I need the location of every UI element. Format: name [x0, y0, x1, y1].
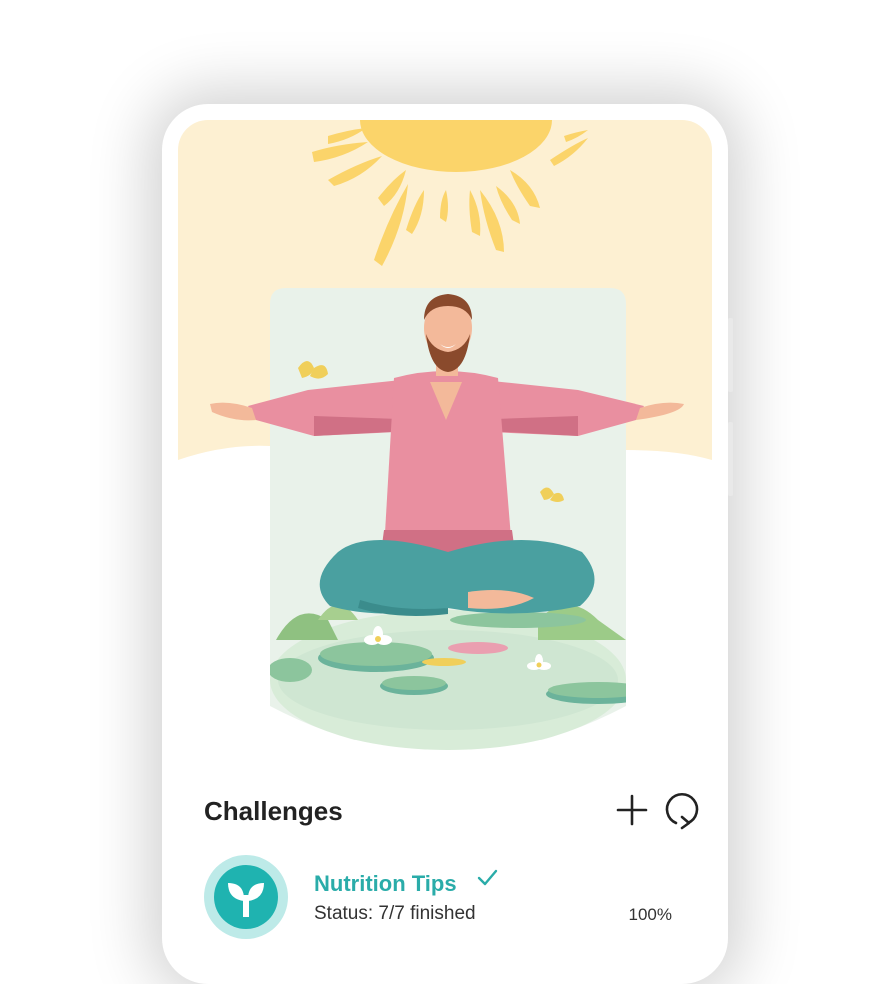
challenge-status: Status: 7/7 finished — [314, 903, 476, 924]
sprout-icon — [228, 883, 264, 917]
challenge-percent: 100% — [628, 905, 672, 924]
refresh-icon — [665, 792, 699, 830]
phone-side-button — [728, 422, 733, 496]
app-screen: Challenges Nutrition Tips Status: 7/7 fi… — [178, 120, 712, 980]
phone-side-button — [728, 318, 733, 392]
hero-wave — [178, 445, 712, 980]
phone-frame: Challenges Nutrition Tips Status: 7/7 fi… — [162, 104, 733, 984]
challenge-logo — [204, 855, 288, 939]
challenge-name: Nutrition Tips — [314, 871, 457, 896]
check-icon — [477, 869, 498, 886]
section-title: Challenges — [204, 796, 343, 826]
challenge-item[interactable]: Nutrition Tips Status: 7/7 finished 100% — [204, 855, 694, 945]
plus-icon — [616, 794, 648, 826]
add-challenge-button[interactable] — [612, 790, 652, 830]
refresh-button[interactable] — [662, 790, 702, 830]
